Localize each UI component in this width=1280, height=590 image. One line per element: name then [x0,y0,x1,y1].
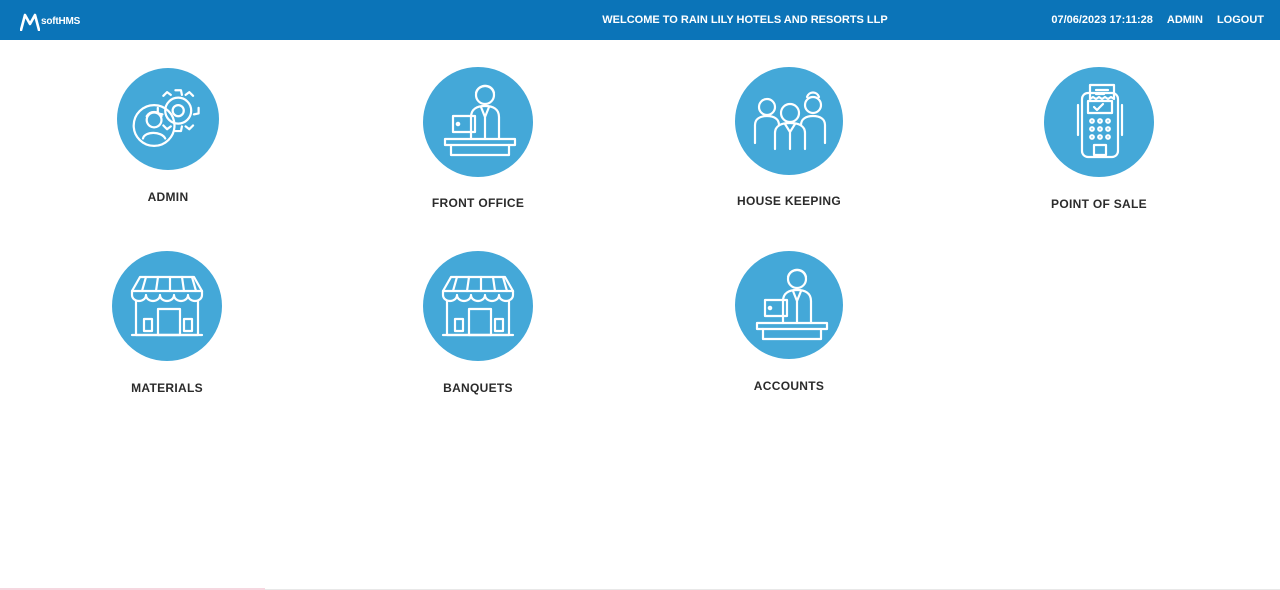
top-header-bar: softHMS WELCOME TO RAIN LILY HOTELS AND … [0,0,1280,40]
module-tile-banquets[interactable]: BANQUETS [378,251,578,395]
module-tile-front-office[interactable]: FRONT OFFICE [378,67,578,210]
module-label: MATERIALS [131,381,203,395]
module-label: ADMIN [147,190,189,204]
store-icon [423,251,533,361]
user-menu-link[interactable]: ADMIN [1167,14,1203,26]
store-icon [112,251,222,361]
module-label: HOUSE KEEPING [737,194,841,208]
module-tile-house-keeping[interactable]: HOUSE KEEPING [689,67,889,208]
app-logo[interactable]: softHMS [20,9,80,31]
module-tile-admin[interactable]: ADMIN [68,68,268,204]
module-label: ACCOUNTS [753,379,825,393]
logo-m-icon [20,13,40,31]
card-terminal-icon [1044,67,1154,177]
header-right-group: 07/06/2023 17:11:28 ADMIN LOGOUT [1037,0,1264,40]
module-label: BANQUETS [443,381,513,395]
current-datetime: 07/06/2023 17:11:28 [1051,14,1153,26]
module-tile-accounts[interactable]: ACCOUNTS [689,251,889,393]
logout-link[interactable]: LOGOUT [1217,14,1264,26]
module-tile-point-of-sale[interactable]: POINT OF SALE [999,67,1199,211]
admin-icon [117,68,219,170]
module-tile-materials[interactable]: MATERIALS [67,251,267,395]
module-label: FRONT OFFICE [431,196,525,210]
welcome-message: WELCOME TO RAIN LILY HOTELS AND RESORTS … [602,14,888,26]
module-label: POINT OF SALE [1051,197,1147,211]
desk-clerk-icon [735,251,843,359]
logo-text: softHMS [41,16,81,27]
receptionist-desk-icon [423,67,533,177]
staff-group-icon [735,67,843,175]
